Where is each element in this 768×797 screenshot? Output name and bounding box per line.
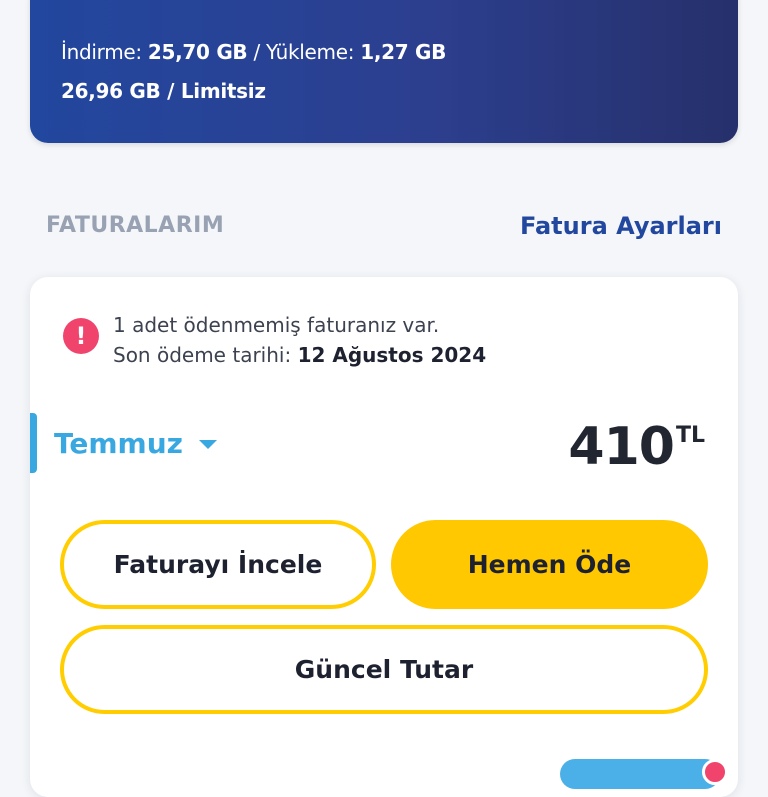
- download-value: 25,70 GB: [147, 40, 248, 64]
- exclamation-icon: !: [63, 318, 99, 354]
- bill-settings-link[interactable]: Fatura Ayarları: [520, 212, 722, 240]
- current-amount-button[interactable]: Güncel Tutar: [60, 625, 708, 714]
- download-label: İndirme:: [61, 40, 142, 64]
- section-title-bills: FATURALARIM: [46, 213, 225, 238]
- bottom-action-pill[interactable]: [560, 759, 720, 789]
- alert-line-unpaid: 1 adet ödenmemiş faturanız var.: [113, 313, 440, 337]
- unpaid-bill-alert: 1 adet ödenmemiş faturanız var. Son ödem…: [113, 310, 486, 370]
- usage-up-down-line: İndirme: 25,70 GB / Yükleme: 1,27 GB: [61, 40, 446, 64]
- month-selector[interactable]: Temmuz: [54, 427, 217, 460]
- alert-line-due-date: Son ödeme tarihi: 12 Ağustos 2024: [113, 340, 486, 370]
- due-date-label: Son ödeme tarihi:: [113, 343, 292, 367]
- month-label: Temmuz: [54, 427, 183, 460]
- pay-now-button[interactable]: Hemen Öde: [391, 520, 708, 609]
- bill-card: ! 1 adet ödenmemiş faturanız var. Son öd…: [30, 277, 738, 797]
- upload-label: Yükleme:: [265, 40, 355, 64]
- bill-amount-currency: TL: [675, 423, 705, 448]
- notification-dot: [702, 759, 728, 785]
- review-bill-button[interactable]: Faturayı İncele: [60, 520, 376, 609]
- usage-total-line: 26,96 GB / Limitsiz: [61, 79, 266, 103]
- month-accent-bar: [30, 413, 37, 473]
- usage-card: İndirme: 25,70 GB / Yükleme: 1,27 GB 26,…: [30, 0, 738, 143]
- bill-amount: 410TL: [568, 417, 705, 477]
- caret-down-icon: [198, 440, 217, 449]
- upload-value: 1,27 GB: [360, 40, 447, 64]
- usage-total: 26,96 GB / Limitsiz: [61, 79, 266, 103]
- due-date-value: 12 Ağustos 2024: [297, 343, 487, 367]
- bill-amount-value: 410: [568, 417, 675, 477]
- usage-separator: /: [253, 40, 260, 64]
